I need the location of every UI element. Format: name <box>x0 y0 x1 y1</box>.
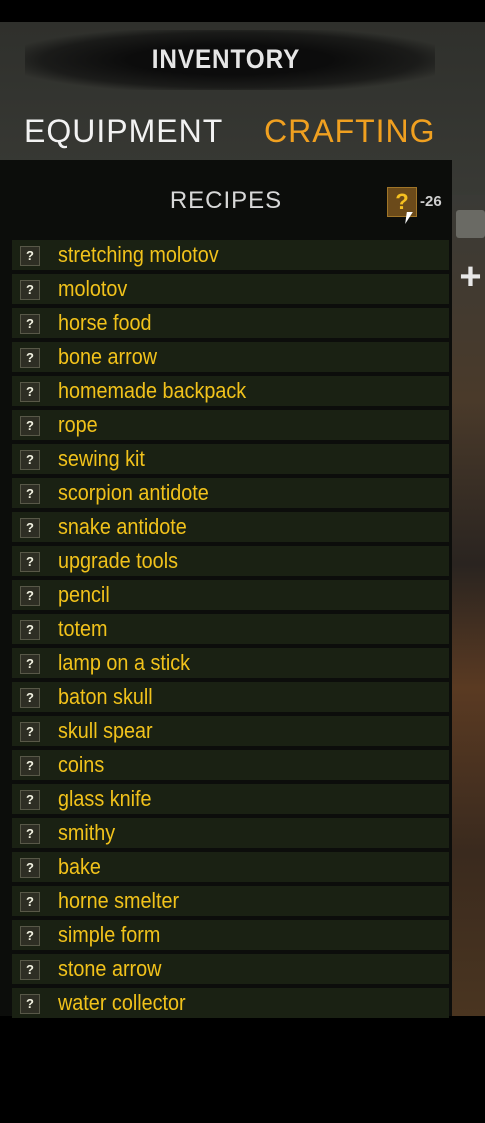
recipes-heading: RECIPES <box>169 187 283 214</box>
recipe-row[interactable]: ? water collector <box>12 988 449 1018</box>
recipe-row[interactable]: ? baton skull <box>12 682 449 712</box>
recipe-label: stretching molotov <box>58 242 219 267</box>
unknown-recipe-icon: ? <box>20 450 40 470</box>
recipe-row[interactable]: ? homemade backpack <box>12 376 449 406</box>
recipe-label: pencil <box>58 582 110 607</box>
recipe-row[interactable]: ? sewing kit <box>12 444 449 474</box>
unknown-recipe-icon: ? <box>20 586 40 606</box>
recipe-row[interactable]: ? pencil <box>12 580 449 610</box>
recipe-label: water collector <box>58 990 186 1015</box>
recipe-row[interactable]: ? coins <box>12 750 449 780</box>
recipe-label: snake antidote <box>58 514 187 539</box>
unknown-recipe-icon: ? <box>20 518 40 538</box>
unknown-recipe-icon: ? <box>20 688 40 708</box>
unknown-recipe-icon: ? <box>20 790 40 810</box>
unknown-recipe-icon: ? <box>20 552 40 572</box>
recipe-label: baton skull <box>58 684 153 709</box>
plus-icon[interactable]: + <box>456 258 485 296</box>
recipe-label: scorpion antidote <box>58 480 209 505</box>
recipe-row[interactable]: ? simple form <box>12 920 449 950</box>
recipe-row[interactable]: ? scorpion antidote <box>12 478 449 508</box>
unknown-recipe-icon: ? <box>20 382 40 402</box>
recipe-label: sewing kit <box>58 446 145 471</box>
recipe-row[interactable]: ? totem <box>12 614 449 644</box>
inventory-title: INVENTORY <box>151 44 301 74</box>
recipe-label: coins <box>58 752 105 777</box>
recipe-label: lamp on a stick <box>58 650 191 675</box>
recipe-row[interactable]: ? horne smelter <box>12 886 449 916</box>
recipe-label: upgrade tools <box>58 548 178 573</box>
unknown-recipe-icon: ? <box>20 824 40 844</box>
recipe-label: skull spear <box>58 718 153 743</box>
recipe-label: bone arrow <box>58 344 158 369</box>
scene-background-right <box>452 195 485 1016</box>
recipe-label: horne smelter <box>58 888 180 913</box>
recipe-row[interactable]: ? upgrade tools <box>12 546 449 576</box>
recipe-label: smithy <box>58 820 116 845</box>
recipe-row[interactable]: ? horse food <box>12 308 449 338</box>
unknown-recipe-icon: ? <box>20 960 40 980</box>
recipe-row[interactable]: ? glass knife <box>12 784 449 814</box>
recipe-row[interactable]: ? skull spear <box>12 716 449 746</box>
unknown-recipe-icon: ? <box>20 654 40 674</box>
unknown-recipe-icon: ? <box>20 994 40 1014</box>
unknown-recipe-icon: ? <box>20 722 40 742</box>
recipe-label: totem <box>58 616 108 641</box>
unknown-recipe-icon: ? <box>20 892 40 912</box>
recipe-label: glass knife <box>58 786 152 811</box>
tab-crafting[interactable]: CRAFTING <box>264 113 436 150</box>
recipe-label: bake <box>58 854 101 879</box>
recipe-row[interactable]: ? rope <box>12 410 449 440</box>
recipe-row[interactable]: ? smithy <box>12 818 449 848</box>
unknown-recipe-icon: ? <box>20 858 40 878</box>
recipe-row[interactable]: ? lamp on a stick <box>12 648 449 678</box>
unknown-recipe-icon: ? <box>20 926 40 946</box>
recipe-label: homemade backpack <box>58 378 247 403</box>
recipe-row[interactable]: ? bake <box>12 852 449 882</box>
recipe-label: horse food <box>58 310 152 335</box>
recipe-row[interactable]: ? molotov <box>12 274 449 304</box>
unknown-recipe-icon: ? <box>20 620 40 640</box>
recipe-row[interactable]: ? snake antidote <box>12 512 449 542</box>
armor-vest-icon[interactable] <box>456 210 485 238</box>
recipe-label: stone arrow <box>58 956 162 981</box>
unknown-recipe-icon: ? <box>20 416 40 436</box>
recipe-row[interactable]: ? stone arrow <box>12 954 449 984</box>
unknown-recipe-icon: ? <box>20 756 40 776</box>
unknown-recipe-icon: ? <box>20 280 40 300</box>
recipe-row[interactable]: ? stretching molotov <box>12 240 449 270</box>
recipe-list: ? stretching molotov? molotov? horse food? b… <box>12 240 449 1022</box>
tab-equipment[interactable]: EQUIPMENT <box>24 113 223 150</box>
recipe-label: rope <box>58 412 98 437</box>
recipe-label: molotov <box>58 276 128 301</box>
recipe-row[interactable]: ? bone arrow <box>12 342 449 372</box>
recipe-count: -26 <box>420 193 442 210</box>
unknown-recipe-icon: ? <box>20 484 40 504</box>
unknown-recipe-icon: ? <box>20 348 40 368</box>
unknown-recipe-icon: ? <box>20 246 40 266</box>
unknown-recipe-icon: ? <box>20 314 40 334</box>
recipe-label: simple form <box>58 922 161 947</box>
